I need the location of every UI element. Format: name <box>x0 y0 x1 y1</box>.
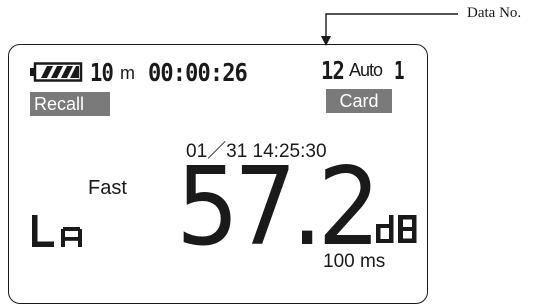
mode-value: 1 <box>394 56 405 85</box>
time-weighting: Fast <box>88 177 127 199</box>
level-unit: dB <box>376 215 417 243</box>
elapsed-time: 00:00:26 <box>148 58 248 87</box>
sound-level-value: 57.2 <box>176 145 381 270</box>
data-number: 12 <box>321 56 345 85</box>
level-symbol: LA <box>32 215 82 247</box>
recall-indicator: Recall <box>30 92 110 116</box>
card-indicator: Card <box>326 89 392 113</box>
callout-arrowhead <box>321 36 331 46</box>
battery-full-icon <box>30 62 83 82</box>
measurement-period: 100 ms <box>323 251 386 272</box>
data-number-label: Data No. <box>467 5 522 21</box>
interval-value: 10 <box>90 58 114 87</box>
mode-label: Auto <box>349 60 383 80</box>
interval-unit: m <box>120 63 135 83</box>
